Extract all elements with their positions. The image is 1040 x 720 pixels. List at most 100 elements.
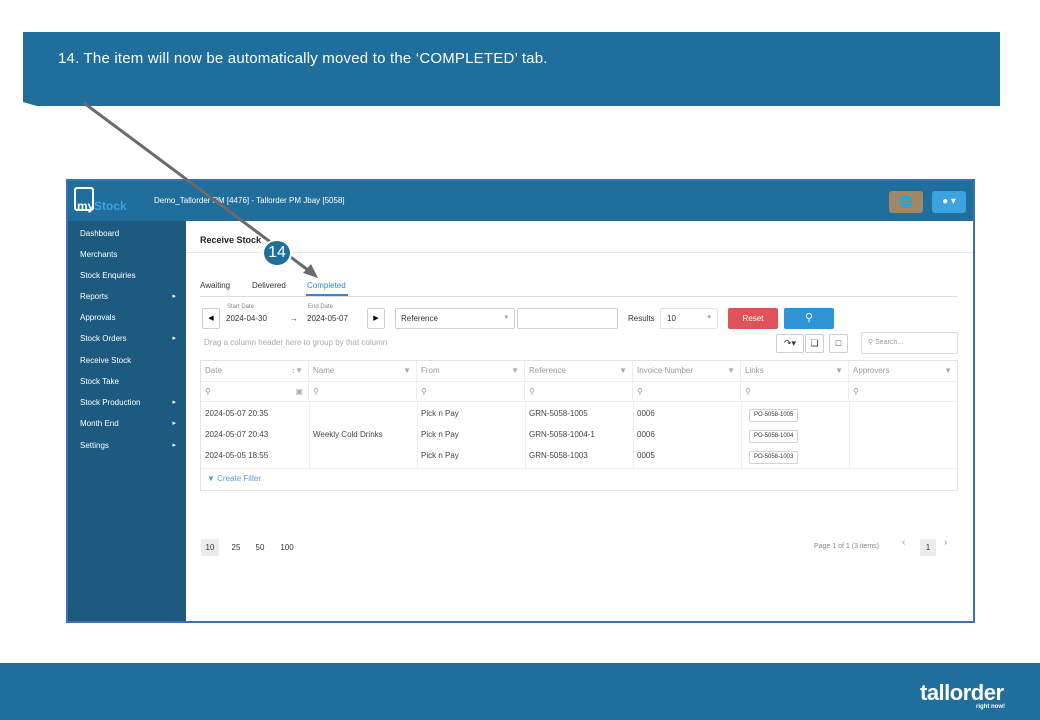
filter-icon[interactable]: ▼	[403, 361, 411, 381]
sidebar-item-label: Settings	[80, 441, 109, 450]
column-header-reference[interactable]: Reference ▼	[525, 361, 633, 381]
start-date-input[interactable]: 2024-04-30	[226, 314, 267, 323]
search-icon: ⚲	[313, 387, 319, 396]
column-header-invoice-number[interactable]: Invoice Number ▼	[633, 361, 741, 381]
start-date-label: Start Date	[227, 304, 255, 310]
column-chooser-icon[interactable]: □	[829, 334, 848, 353]
page-size-25[interactable]: 25	[227, 539, 245, 556]
tab-awaiting[interactable]: Awaiting	[200, 281, 230, 290]
sidebar-item-stock-orders[interactable]: Stock Orders ▸	[80, 334, 184, 346]
divider	[200, 296, 958, 297]
top-bar: my Stock Demo_Tallorder PM [4476] - Tall…	[68, 181, 973, 221]
copy-icon[interactable]: ❏	[805, 334, 824, 353]
create-filter-link[interactable]: ▼ Create Filter	[207, 474, 261, 483]
results-value: 10	[667, 314, 676, 323]
cell-from: Pick n Pay	[421, 451, 459, 460]
sidebar-item-month-end[interactable]: Month End ▸	[80, 419, 184, 431]
sidebar-item-label: Reports	[80, 292, 109, 301]
company-selector[interactable]: Demo_Tallorder PM [4476] - Tallorder PM …	[154, 196, 345, 205]
export-icon[interactable]: ↷▾	[776, 334, 804, 353]
next-date-button[interactable]: ▶	[367, 308, 385, 329]
sidebar-item-approvals[interactable]: Approvals	[80, 313, 184, 325]
filter-cell-approvers[interactable]: ⚲	[849, 381, 957, 401]
column-header-approvers[interactable]: Approvers ▼	[849, 361, 957, 381]
filter-icon[interactable]: ▼	[944, 361, 952, 381]
tab-delivered[interactable]: Delivered	[252, 281, 286, 290]
chevron-left-icon[interactable]: ‹	[902, 537, 905, 548]
results-select[interactable]: 10 ▾	[660, 308, 718, 329]
globe-icon[interactable]: 🌐	[889, 191, 923, 213]
group-hint: Drag a column header here to group by th…	[204, 338, 388, 347]
chevron-down-icon: ▾	[504, 314, 508, 321]
filter-cell-links[interactable]: ⚲	[741, 381, 849, 401]
column-label: Reference	[529, 366, 566, 375]
filter-cell-name[interactable]: ⚲	[309, 381, 417, 401]
user-menu-button[interactable]: ● ▾	[932, 191, 966, 213]
search-icon: ⚲	[205, 387, 211, 396]
link-tag[interactable]: PO-5058-1005	[749, 409, 799, 422]
filter-cell-date[interactable]: ⚲ ▣	[201, 381, 309, 401]
column-header-date[interactable]: Date ↕▼	[201, 361, 309, 381]
instruction-banner	[23, 32, 1000, 106]
filter-icon[interactable]: ▼	[619, 361, 627, 381]
sort-filter-icon[interactable]: ↕▼	[291, 361, 303, 381]
sidebar-item-settings[interactable]: Settings ▸	[80, 441, 184, 453]
sidebar-item-reports[interactable]: Reports ▸	[80, 292, 184, 304]
page-size-10[interactable]: 10	[201, 539, 219, 556]
end-date-input[interactable]: 2024-05-07	[307, 314, 348, 323]
sidebar-item-stock-enquiries[interactable]: Stock Enquiries	[80, 271, 184, 283]
chevron-left-icon: ◀	[208, 315, 214, 322]
cell-reference: GRN-5058-1004-1	[529, 430, 595, 439]
search-icon: ⚲	[804, 312, 814, 324]
create-filter-label: Create Filter	[217, 474, 262, 483]
sidebar-item-label: Month End	[80, 419, 119, 428]
tab-completed[interactable]: Completed	[307, 281, 346, 290]
cell-date: 2024-05-07 20:43	[205, 430, 269, 439]
sidebar-item-label: Merchants	[80, 250, 118, 259]
sidebar-item-merchants[interactable]: Merchants	[80, 250, 184, 262]
cell-date: 2024-05-07 20:35	[205, 409, 269, 418]
sidebar: Dashboard Merchants Stock Enquiries Repo…	[68, 221, 186, 621]
page-size-100[interactable]: 100	[276, 539, 298, 556]
sidebar-item-stock-take[interactable]: Stock Take	[80, 377, 184, 389]
cell-from: Pick n Pay	[421, 430, 459, 439]
page-title: Receive Stock	[200, 235, 262, 245]
reset-button[interactable]: Reset	[728, 308, 778, 329]
prev-date-button[interactable]: ◀	[202, 308, 220, 329]
sidebar-item-label: Stock Take	[80, 377, 119, 386]
search-field-select[interactable]: Reference ▾	[395, 308, 515, 329]
filter-cell-invoice[interactable]: ⚲	[633, 381, 741, 401]
filter-icon[interactable]: ▼	[835, 361, 843, 381]
column-header-name[interactable]: Name ▼	[309, 361, 417, 381]
chevron-right-icon[interactable]: ›	[944, 537, 947, 548]
sidebar-item-receive-stock[interactable]: Receive Stock	[80, 356, 184, 368]
filter-icon[interactable]: ▼	[511, 361, 519, 381]
end-date-label: End Date	[308, 304, 334, 310]
column-label: Approvers	[853, 366, 890, 375]
search-icon: ⚲	[853, 387, 859, 396]
step-badge: 14	[262, 239, 292, 267]
sidebar-item-label: Stock Orders	[80, 334, 127, 343]
filter-cell-from[interactable]: ⚲	[417, 381, 525, 401]
chevron-down-icon: ▾	[707, 314, 711, 321]
search-button[interactable]: ⚲	[784, 308, 834, 329]
sidebar-item-label: Dashboard	[80, 229, 120, 238]
filter-cell-reference[interactable]: ⚲	[525, 381, 633, 401]
calendar-icon[interactable]: ▣	[295, 382, 303, 402]
page-size-50[interactable]: 50	[251, 539, 269, 556]
search-value-input[interactable]	[517, 308, 618, 329]
link-tag[interactable]: PO-5058-1004	[749, 430, 799, 443]
column-header-links[interactable]: Links ▼	[741, 361, 849, 381]
sidebar-item-dashboard[interactable]: Dashboard	[80, 229, 184, 241]
link-tag[interactable]: PO-5058-1003	[749, 451, 799, 464]
page-button-1[interactable]: 1	[920, 539, 936, 556]
filter-icon[interactable]: ▼	[727, 361, 735, 381]
search-icon: ⚲	[637, 387, 643, 396]
sidebar-item-stock-production[interactable]: Stock Production ▸	[80, 398, 184, 410]
column-header-from[interactable]: From ▼	[417, 361, 525, 381]
grid-search-input[interactable]: ⚲ Search...	[861, 332, 958, 354]
data-grid: Date ↕▼ Name ▼ From ▼ Reference ▼ Invoice Nu…	[200, 360, 958, 491]
chevron-right-icon: ▸	[172, 420, 176, 427]
cell-reference: GRN-5058-1003	[529, 451, 588, 460]
cell-from: Pick n Pay	[421, 409, 459, 418]
